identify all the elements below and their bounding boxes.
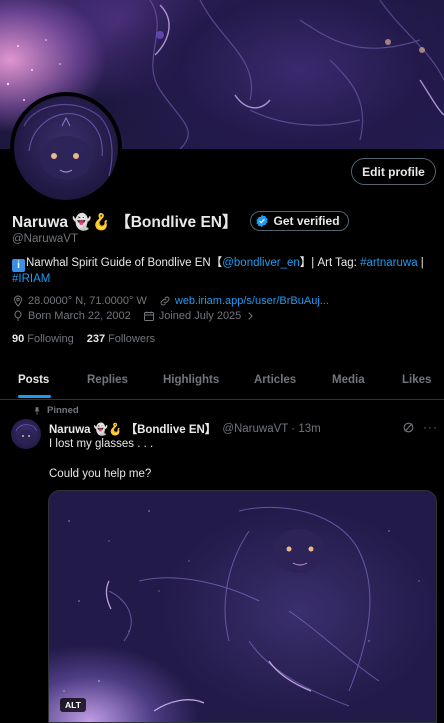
- balloon-icon: [14, 310, 22, 321]
- active-tab-indicator: [18, 395, 51, 398]
- chevron-right-icon[interactable]: [245, 311, 255, 321]
- followers-link[interactable]: 237 Followers: [87, 333, 155, 345]
- born-text: Born March 22, 2002: [28, 310, 131, 322]
- profile-avatar[interactable]: [10, 92, 122, 204]
- post-actions: ···: [402, 420, 438, 434]
- location-icon: [13, 295, 23, 307]
- pinned-label: Pinned: [47, 405, 79, 416]
- post-text-line: Could you help me?: [49, 468, 152, 480]
- bio-mention-link[interactable]: @bondliver_en: [222, 257, 300, 269]
- post-avatar[interactable]: [11, 419, 41, 449]
- following-count: 90: [12, 333, 25, 345]
- followers-label: Followers: [108, 333, 156, 345]
- tab-highlights[interactable]: Highlights: [163, 360, 219, 399]
- pinned-indicator: Pinned: [32, 405, 79, 416]
- following-link[interactable]: 90 Following: [12, 333, 74, 345]
- display-name: Naruwa 👻🪝 【Bondlive EN】: [12, 214, 238, 231]
- profile-name-row: Naruwa 👻🪝 【Bondlive EN】 Get verified: [12, 210, 349, 232]
- post-author-name[interactable]: Naruwa 👻🪝 【Bondlive EN】: [49, 421, 216, 437]
- info-icon: i: [12, 259, 25, 272]
- post-handle-time[interactable]: @NaruwaVT · 13m: [222, 423, 320, 435]
- post-header: Naruwa 👻🪝 【Bondlive EN】 @NaruwaVT · 13m: [49, 421, 321, 437]
- bio-text: |: [417, 257, 424, 269]
- pin-icon: [34, 406, 40, 415]
- bio-hashtag-link[interactable]: #IRIAM: [12, 273, 50, 285]
- following-label: Following: [27, 333, 74, 345]
- tab-posts[interactable]: Posts: [18, 360, 49, 399]
- profile-bio: i Narwhal Spirit Guide of Bondlive EN【@bo…: [12, 256, 437, 287]
- post-text-line: I lost my glasses . . .: [49, 438, 154, 450]
- location-text: 28.0000° N, 71.0000° W: [28, 295, 147, 307]
- bio-text: 】| Art Tag:: [299, 257, 361, 269]
- tab-articles[interactable]: Articles: [254, 360, 296, 399]
- tab-replies[interactable]: Replies: [87, 360, 128, 399]
- bio-text: Narwhal Spirit Guide of Bondlive EN【: [26, 257, 223, 269]
- joined-text: Joined July 2025: [158, 310, 242, 322]
- more-icon[interactable]: ···: [423, 420, 438, 434]
- bio-hashtag-link[interactable]: #artnaruwa: [360, 257, 418, 269]
- tab-likes[interactable]: Likes: [402, 360, 431, 399]
- profile-tabs: Posts Replies Highlights Articles Media …: [0, 360, 444, 400]
- website-link[interactable]: web.iriam.app/s/user/BrBuAuj...: [175, 295, 329, 307]
- post-media-image[interactable]: [48, 490, 437, 723]
- followers-count: 237: [86, 333, 106, 345]
- alt-text-badge[interactable]: ALT: [60, 698, 86, 712]
- verified-badge-icon: [255, 214, 268, 228]
- calendar-icon: [143, 311, 154, 321]
- get-verified-button[interactable]: Get verified: [249, 211, 349, 231]
- follow-counts: 90 Following 237 Followers: [12, 333, 168, 345]
- grok-icon[interactable]: [402, 421, 415, 434]
- profile-meta-row: Born March 22, 2002 Joined July 2025: [12, 310, 271, 322]
- profile-handle: @NaruwaVT: [12, 233, 78, 245]
- edit-profile-button[interactable]: Edit profile: [351, 158, 436, 185]
- get-verified-label: Get verified: [273, 214, 340, 228]
- link-icon: [160, 296, 170, 306]
- profile-meta-row: 28.0000° N, 71.0000° W web.iriam.app/s/u…: [12, 295, 341, 307]
- tab-media[interactable]: Media: [332, 360, 365, 399]
